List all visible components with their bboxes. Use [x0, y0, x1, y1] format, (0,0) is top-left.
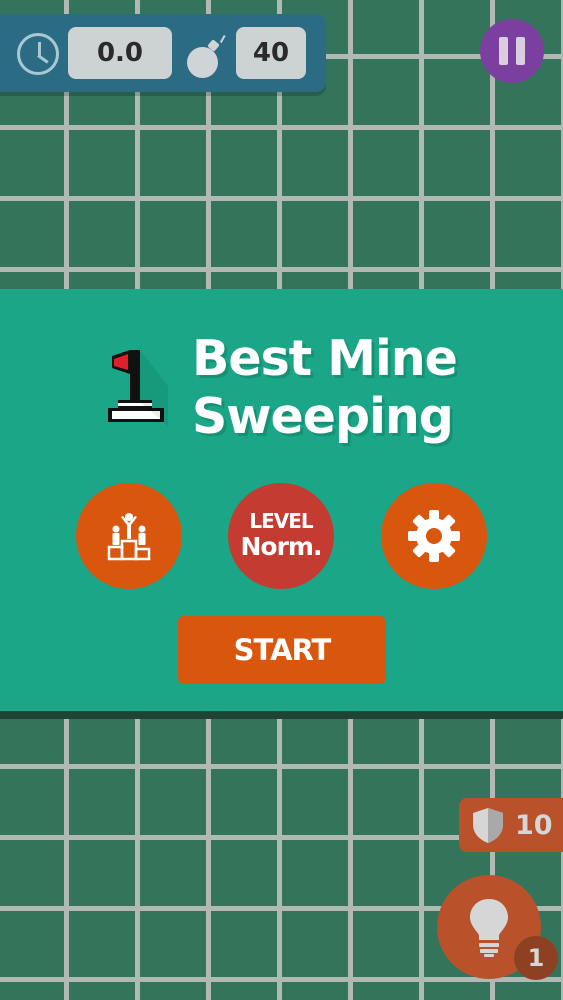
timer-display: 0.0: [68, 27, 172, 79]
top-hud: 0.0 40: [0, 14, 326, 92]
level-value: Norm.: [240, 532, 323, 561]
leaderboard-button[interactable]: [76, 483, 182, 589]
settings-button[interactable]: [381, 483, 487, 589]
lightbulb-icon: [470, 899, 508, 957]
shield-powerup[interactable]: 10: [459, 798, 563, 852]
shield-count: 10: [515, 809, 553, 841]
pause-button[interactable]: [480, 19, 544, 83]
gear-icon: [408, 510, 460, 562]
bomb-icon: [187, 47, 218, 78]
clock-icon: [17, 33, 59, 75]
level-label: LEVEL: [249, 509, 313, 533]
level-button[interactable]: LEVEL Norm.: [228, 483, 334, 589]
podium-icon: [107, 513, 151, 561]
title-line-2: Sweeping: [192, 388, 454, 445]
title-line-1: Best Mine: [192, 330, 458, 387]
shield-icon: [473, 808, 503, 843]
game-title: Best Mine Sweeping: [192, 330, 472, 446]
hint-count-badge: 1: [514, 936, 558, 980]
pause-icon: [499, 37, 508, 65]
start-button[interactable]: START: [178, 616, 386, 684]
flag-logo-icon: [108, 350, 168, 426]
mine-counter: 40: [236, 27, 306, 79]
